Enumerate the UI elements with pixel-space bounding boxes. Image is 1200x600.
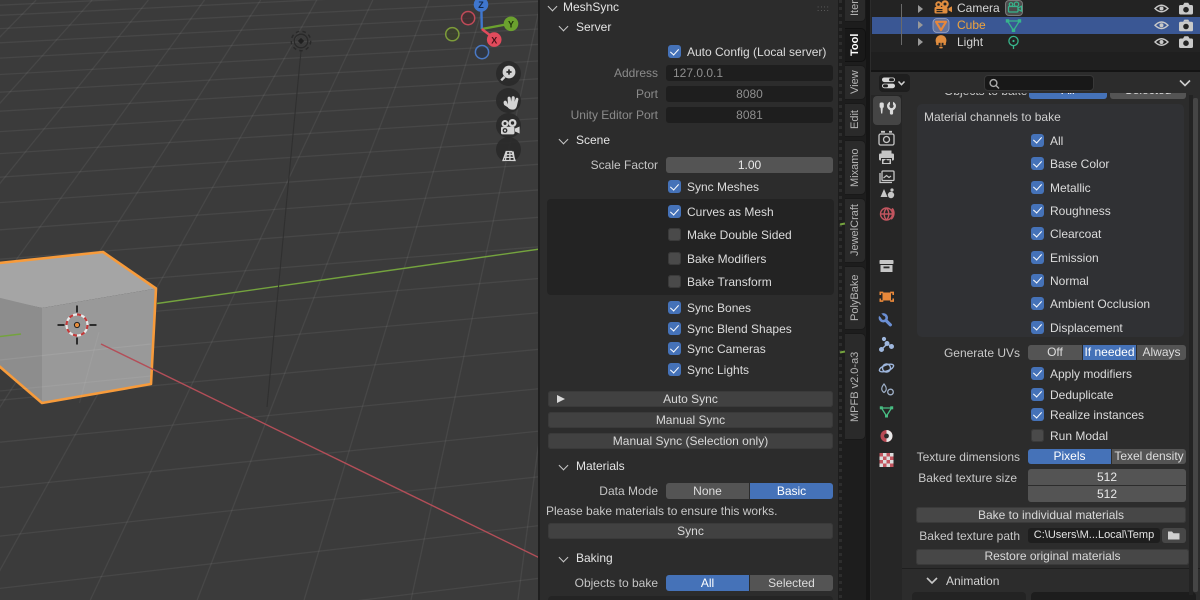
svg-text:X: X (491, 35, 497, 45)
svg-text:Y: Y (508, 20, 514, 30)
svg-text:Z: Z (478, 0, 484, 10)
